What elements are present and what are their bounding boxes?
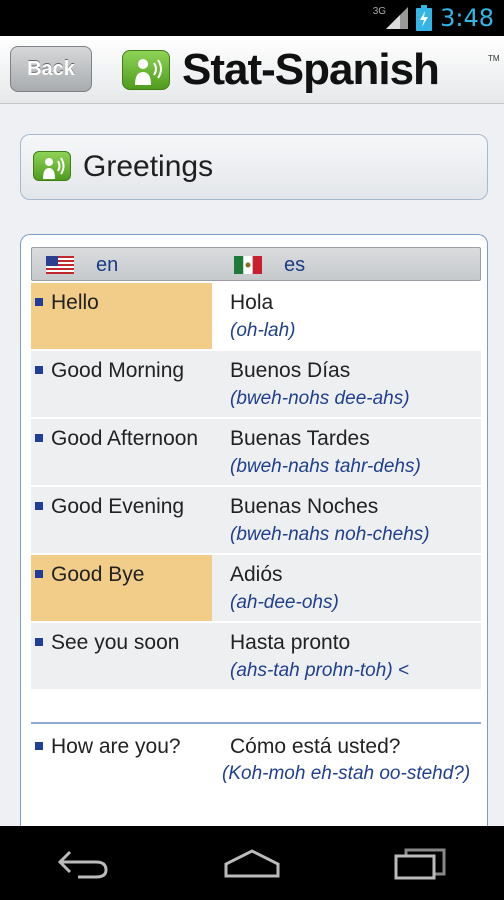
spanish-cell: Hasta pronto (ahs-tah prohn-toh) < — [212, 623, 481, 689]
home-nav-icon — [224, 849, 280, 878]
table-header: en es — [31, 247, 481, 281]
english-cell: Good Bye — [31, 555, 212, 621]
spanish-phrase: Adiós — [230, 563, 283, 586]
pronunciation: (Koh-moh eh-stah oo-stehd?) — [222, 763, 471, 784]
english-phrase: Hello — [51, 291, 99, 314]
trademark: TM — [488, 54, 500, 63]
back-nav-button[interactable] — [44, 833, 124, 893]
status-bar: 3G 3:48 — [0, 0, 504, 36]
section-divider — [31, 722, 481, 724]
lang-en-header[interactable]: en — [46, 252, 118, 278]
table-row[interactable]: Good Morning Buenos Días (bweh-nohs dee-… — [31, 351, 481, 417]
signal-icon — [386, 7, 409, 29]
spanish-phrase: Cómo está usted? — [230, 735, 401, 758]
bullet-icon — [35, 502, 43, 511]
app-content: Back Stat-Spanish TM Greetings en es Hel… — [0, 36, 504, 826]
english-phrase: Good Bye — [51, 563, 145, 586]
back-nav-icon — [57, 850, 108, 879]
bullet-icon — [35, 366, 43, 375]
spanish-cell: Adiós (ah-dee-ohs) — [212, 555, 481, 621]
english-phrase: Good Afternoon — [51, 427, 199, 450]
section-header: Greetings — [20, 134, 488, 200]
spanish-phrase: Hasta pronto — [230, 631, 351, 654]
spanish-phrase: Buenos Días — [230, 359, 351, 382]
section-icon — [33, 151, 71, 181]
mexico-flag-icon — [234, 256, 262, 274]
english-cell: Hello — [31, 283, 212, 349]
app-logo-icon — [122, 50, 170, 90]
table-row[interactable]: Good Bye Adiós (ah-dee-ohs) — [31, 555, 481, 621]
pronunciation: (ahs-tah prohn-toh) < — [230, 660, 410, 681]
spanish-phrase: Buenas Noches — [230, 495, 379, 518]
recent-apps-button[interactable] — [380, 833, 460, 893]
spanish-cell: Buenas Noches (bweh-nahs noh-chehs) — [212, 487, 481, 553]
section-title: Greetings — [83, 150, 214, 183]
spanish-phrase: Hola — [230, 291, 274, 314]
us-flag-icon — [46, 256, 74, 274]
home-nav-button[interactable] — [212, 833, 292, 893]
pronunciation: (oh-lah) — [230, 320, 296, 341]
english-phrase: How are you? — [51, 735, 181, 758]
bullet-icon — [35, 638, 43, 647]
english-cell: Good Evening — [31, 487, 212, 553]
english-cell: See you soon — [31, 623, 212, 689]
navigation-bar — [0, 826, 504, 900]
recent-apps-icon — [394, 848, 446, 880]
app-title: Stat-Spanish — [182, 45, 440, 94]
bullet-icon — [35, 570, 43, 579]
spanish-cell: Buenos Días (bweh-nohs dee-ahs) — [212, 351, 481, 417]
spanish-cell: Hola (oh-lah) — [212, 283, 481, 349]
phrase-table: en es Hello Hola (oh-lah) Good Morning B… — [20, 234, 488, 826]
english-cell: Good Morning — [31, 351, 212, 417]
pronunciation: (bweh-nohs dee-ahs) — [230, 388, 410, 409]
table-row[interactable]: Good Afternoon Buenas Tardes (bweh-nahs … — [31, 419, 481, 485]
pronunciation: (bweh-nahs tahr-dehs) — [230, 456, 421, 477]
table-row[interactable]: See you soon Hasta pronto (ahs-tah prohn… — [31, 623, 481, 689]
bullet-icon — [35, 434, 43, 443]
spanish-cell: Cómo está usted? (Koh-moh eh-stah oo-ste… — [212, 727, 481, 821]
bullet-icon — [35, 298, 43, 307]
table-row[interactable]: Hello Hola (oh-lah) — [31, 283, 481, 349]
table-row[interactable]: How are you? Cómo está usted? (Koh-moh e… — [31, 727, 481, 821]
status-icons: 3G 3:48 — [373, 4, 494, 32]
battery-icon — [416, 5, 433, 31]
spanish-cell: Buenas Tardes (bweh-nahs tahr-dehs) — [212, 419, 481, 485]
pronunciation: (bweh-nahs noh-chehs) — [230, 524, 430, 545]
lang-en-label: en — [96, 253, 119, 276]
lang-es-label: es — [284, 253, 306, 276]
lang-es-header[interactable]: es — [234, 252, 305, 278]
app-header: Back Stat-Spanish TM — [0, 36, 504, 104]
english-phrase: Good Morning — [51, 359, 185, 382]
english-phrase: See you soon — [51, 631, 180, 654]
english-cell: How are you? — [31, 727, 212, 821]
table-row[interactable]: Good Evening Buenas Noches (bweh-nahs no… — [31, 487, 481, 553]
spanish-phrase: Buenas Tardes — [230, 427, 370, 450]
pronunciation: (ah-dee-ohs) — [230, 592, 339, 613]
network-type: 3G — [372, 6, 387, 17]
english-phrase: Good Evening — [51, 495, 185, 518]
clock: 3:48 — [440, 4, 494, 32]
back-button[interactable]: Back — [10, 46, 92, 92]
bullet-icon — [35, 742, 43, 751]
english-cell: Good Afternoon — [31, 419, 212, 485]
